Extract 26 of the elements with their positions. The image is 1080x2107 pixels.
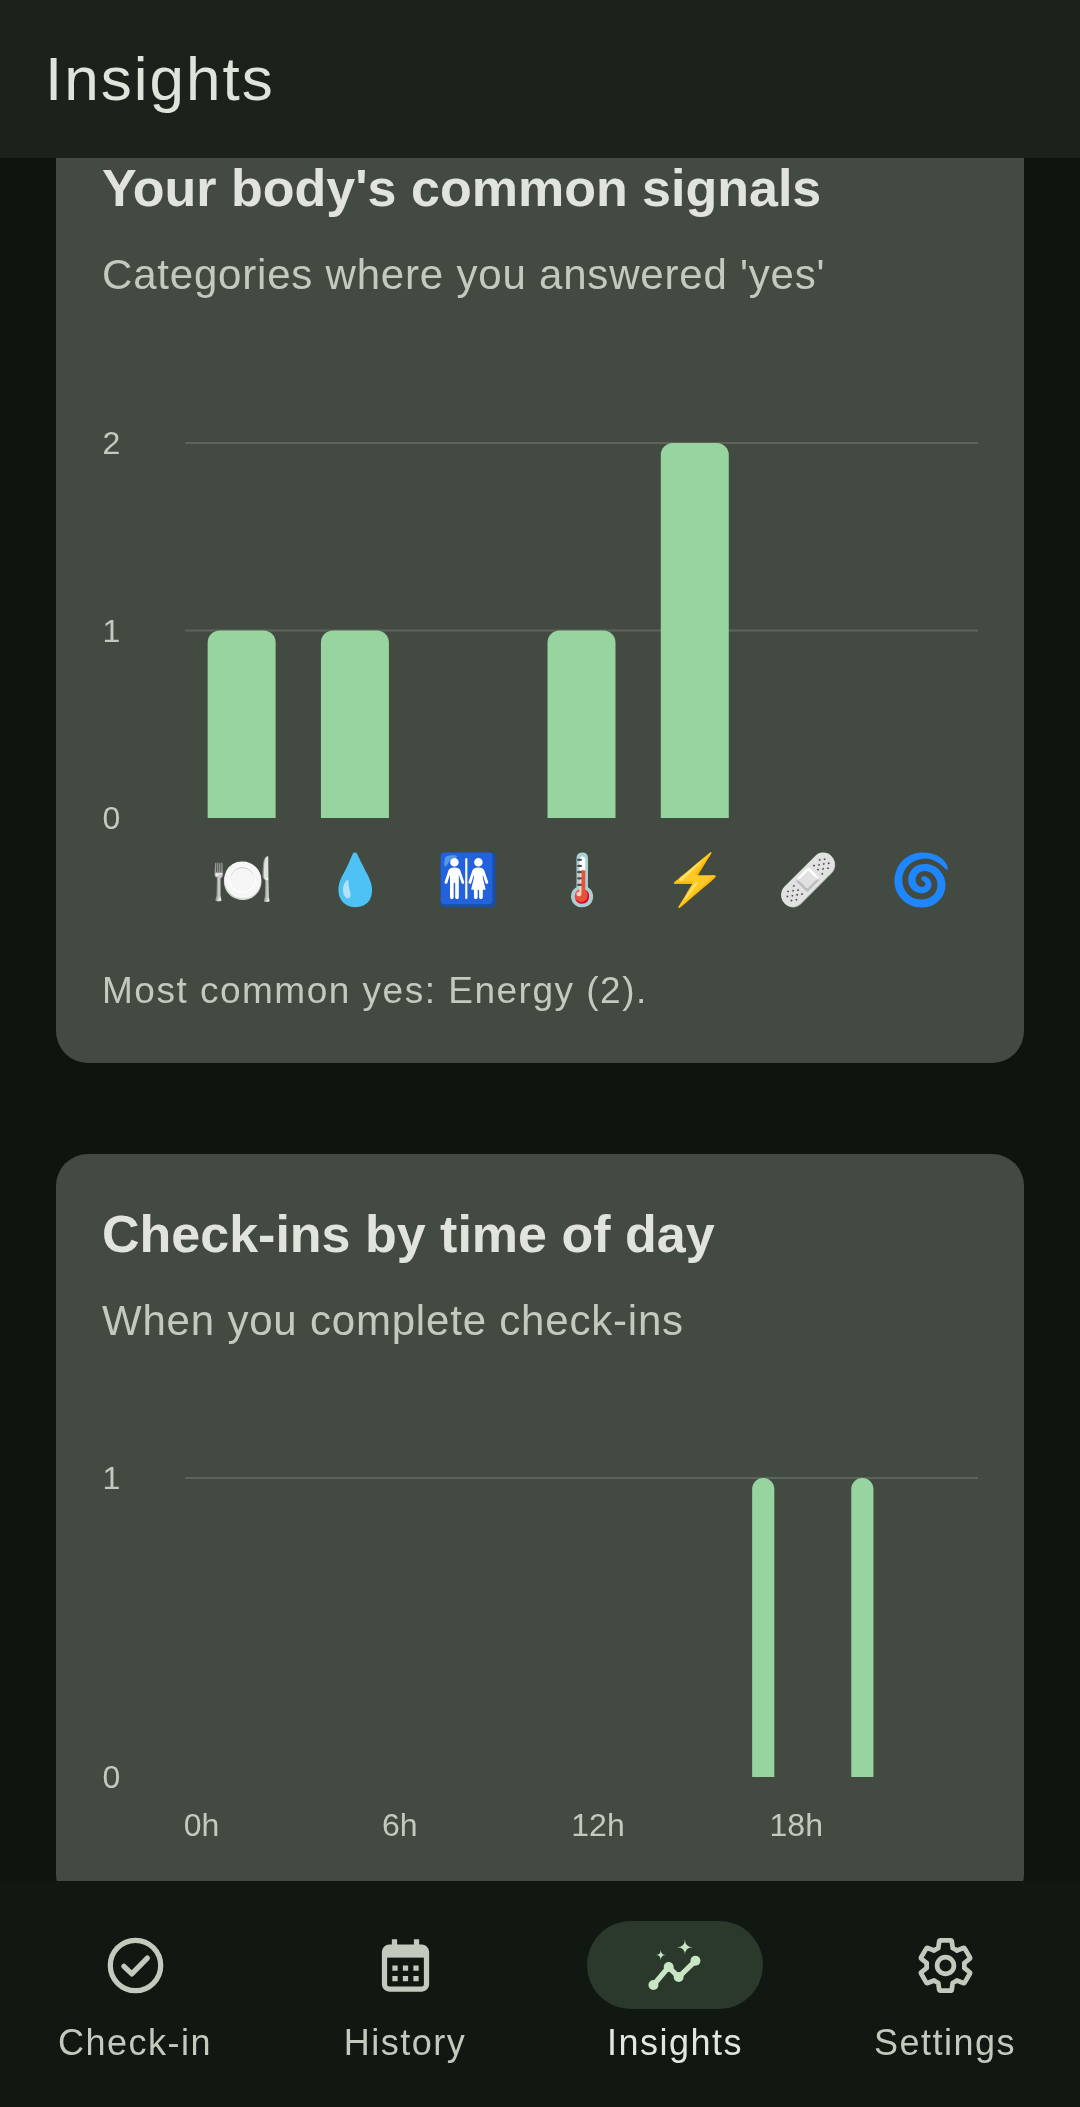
nav-tab[interactable]: Insights [587, 1921, 763, 2067]
nav-tab[interactable]: Check-in [47, 1921, 223, 2067]
category-label: 🌡 [550, 852, 613, 908]
summary-text: Most common yes: Energy (2). [102, 969, 648, 1013]
card-title: Your body's common signals [102, 158, 822, 218]
category-label: 🚻 [437, 852, 500, 908]
nav-tab[interactable]: Settings [857, 1921, 1033, 2067]
x-axis-label: 12h [571, 1807, 625, 1843]
x-axis-label: 18h [769, 1807, 823, 1843]
screen-title: Insights [45, 43, 275, 115]
y-axis-label: 0 [102, 1759, 121, 1795]
category-label: 🩹 [777, 852, 840, 908]
y-axis-label: 1 [102, 612, 121, 649]
card-subtitle: Categories where you answered 'yes' [102, 250, 826, 300]
y-axis-label: 0 [102, 800, 121, 836]
category-label: 💧 [323, 852, 386, 908]
nav-tab[interactable]: History [317, 1921, 493, 2067]
card-subtitle: When you complete check-ins [102, 1296, 684, 1346]
y-axis-label: 2 [102, 425, 121, 461]
category-label: ⚡ [663, 852, 726, 908]
y-axis-label: 1 [102, 1460, 121, 1496]
card-title: Check-ins by time of day [102, 1204, 715, 1264]
category-label: 🍽 [210, 852, 273, 908]
x-axis-label: 6h [381, 1807, 418, 1843]
x-axis-label: 0h [183, 1807, 220, 1843]
category-label: 🌀 [890, 852, 953, 908]
